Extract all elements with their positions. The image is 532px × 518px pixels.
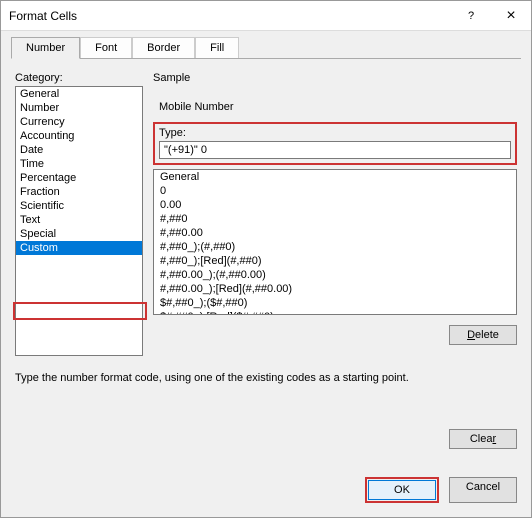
- format-item[interactable]: $#,##0_);[Red]($#,##0): [154, 310, 516, 315]
- sample-value: Mobile Number: [153, 98, 517, 116]
- titlebar: Format Cells ? ×: [1, 1, 531, 31]
- category-item-special[interactable]: Special: [16, 227, 142, 241]
- tab-font[interactable]: Font: [80, 37, 132, 59]
- category-item-number[interactable]: Number: [16, 101, 142, 115]
- delete-button[interactable]: Delete: [449, 325, 517, 345]
- format-item[interactable]: 0: [154, 184, 516, 198]
- dialog-footer: Clear OK Cancel: [1, 419, 531, 517]
- ok-button[interactable]: OK: [368, 480, 436, 500]
- hint-text: Type the number format code, using one o…: [15, 372, 517, 384]
- tab-content: Category: GeneralNumberCurrencyAccountin…: [1, 60, 531, 419]
- format-item[interactable]: $#,##0_);($#,##0): [154, 296, 516, 310]
- category-item-scientific[interactable]: Scientific: [16, 199, 142, 213]
- category-label: Category:: [15, 72, 143, 84]
- clear-button[interactable]: Clear: [449, 429, 517, 449]
- delete-rest: elete: [475, 329, 499, 341]
- format-item[interactable]: #,##0: [154, 212, 516, 226]
- category-item-date[interactable]: Date: [16, 143, 142, 157]
- category-item-general[interactable]: General: [16, 87, 142, 101]
- tab-number[interactable]: Number: [11, 37, 80, 59]
- annotation-ok-highlight: OK: [365, 477, 439, 503]
- cancel-button[interactable]: Cancel: [449, 477, 517, 503]
- category-item-accounting[interactable]: Accounting: [16, 129, 142, 143]
- tab-strip: Number Font Border Fill: [1, 31, 531, 59]
- help-button[interactable]: ?: [451, 1, 491, 31]
- type-label: Type:: [159, 127, 511, 139]
- category-item-fraction[interactable]: Fraction: [16, 185, 142, 199]
- sample-label: Sample: [153, 72, 517, 84]
- tab-underline: [11, 58, 521, 59]
- category-item-percentage[interactable]: Percentage: [16, 171, 142, 185]
- category-item-time[interactable]: Time: [16, 157, 142, 171]
- format-item[interactable]: 0.00: [154, 198, 516, 212]
- format-item[interactable]: #,##0.00_);[Red](#,##0.00): [154, 282, 516, 296]
- format-codes-listbox[interactable]: General00.00#,##0#,##0.00#,##0_);(#,##0)…: [153, 169, 517, 315]
- format-item[interactable]: #,##0.00: [154, 226, 516, 240]
- tab-fill[interactable]: Fill: [195, 37, 239, 59]
- format-cells-dialog: Format Cells ? × ➤ Number Font Border Fi…: [0, 0, 532, 518]
- format-item[interactable]: #,##0.00_);(#,##0.00): [154, 268, 516, 282]
- type-highlight: Type:: [153, 122, 517, 165]
- format-item[interactable]: #,##0_);[Red](#,##0): [154, 254, 516, 268]
- tab-border[interactable]: Border: [132, 37, 195, 59]
- type-input[interactable]: [159, 141, 511, 159]
- close-icon: ×: [506, 7, 515, 25]
- category-item-custom[interactable]: Custom: [16, 241, 142, 255]
- category-item-text[interactable]: Text: [16, 213, 142, 227]
- dialog-title: Format Cells: [9, 9, 451, 23]
- category-listbox[interactable]: GeneralNumberCurrencyAccountingDateTimeP…: [15, 86, 143, 356]
- category-item-currency[interactable]: Currency: [16, 115, 142, 129]
- format-item[interactable]: #,##0_);(#,##0): [154, 240, 516, 254]
- close-button[interactable]: ×: [491, 1, 531, 31]
- help-icon: ?: [468, 10, 474, 22]
- format-item[interactable]: General: [154, 170, 516, 184]
